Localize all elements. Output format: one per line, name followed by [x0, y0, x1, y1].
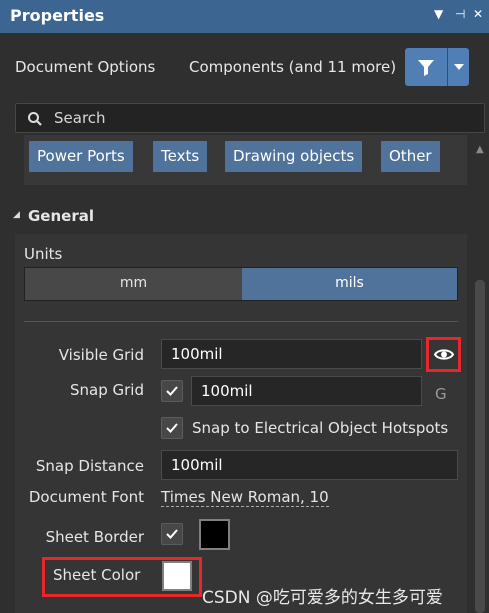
- panel-close-button[interactable]: ✕: [473, 7, 483, 21]
- panel-title-bar: Properties ▼ ⊣ ✕: [0, 0, 489, 33]
- snap-grid-label: Snap Grid: [70, 381, 144, 399]
- panel-menu-button[interactable]: ▼: [434, 7, 443, 21]
- chevron-down-icon: [454, 64, 464, 70]
- divider: [24, 321, 458, 322]
- watermark: CSDN @吃可爱多的女生多可爱: [202, 588, 443, 608]
- sheet-color-swatch[interactable]: [162, 561, 192, 591]
- snap-electrical-label[interactable]: Snap to Electrical Object Hotspots: [192, 419, 448, 437]
- document-font-label: Document Font: [28, 488, 144, 506]
- filter-chip-other[interactable]: Other: [381, 141, 440, 172]
- filter-icon: [418, 60, 434, 76]
- units-mm-button[interactable]: mm: [25, 268, 242, 300]
- units-label: Units: [24, 245, 63, 263]
- snap-distance-field[interactable]: 100mil: [161, 450, 458, 480]
- scroll-up-arrow[interactable]: ▲: [476, 144, 484, 155]
- panel-pin-button[interactable]: ⊣: [455, 7, 465, 21]
- sheet-border-label: Sheet Border: [45, 528, 144, 546]
- snap-grid-shortcut-key: G: [435, 385, 447, 403]
- section-heading-general[interactable]: General: [28, 207, 94, 225]
- triangle-down-icon[interactable]: ◢: [13, 210, 20, 220]
- eye-icon: [434, 349, 454, 360]
- filter-button[interactable]: [405, 48, 447, 86]
- checkmark-icon: [166, 529, 178, 539]
- snap-grid-field[interactable]: 100mil: [191, 376, 422, 406]
- visible-grid-label: Visible Grid: [58, 346, 144, 364]
- visible-grid-field[interactable]: 100mil: [161, 339, 422, 369]
- filter-chip-texts[interactable]: Texts: [153, 141, 208, 172]
- sheet-color-label: Sheet Color: [53, 566, 141, 584]
- search-input[interactable]: Search: [15, 103, 485, 133]
- checkmark-icon: [166, 386, 178, 396]
- snap-grid-checkbox[interactable]: [161, 380, 183, 402]
- panel-title: Properties: [10, 6, 105, 25]
- units-toggle: mm mils: [24, 267, 458, 301]
- snap-distance-label: Snap Distance: [35, 457, 144, 475]
- sheet-border-checkbox[interactable]: [161, 523, 183, 545]
- sheet-border-color-swatch[interactable]: [199, 519, 230, 550]
- document-font-link[interactable]: Times New Roman, 10: [161, 488, 329, 507]
- visible-grid-toggle-button[interactable]: [426, 337, 461, 372]
- search-icon: [28, 112, 42, 126]
- filter-dropdown-button[interactable]: [447, 48, 469, 86]
- search-placeholder: Search: [54, 109, 106, 127]
- tab-components[interactable]: Components (and 11 more): [189, 58, 396, 76]
- filter-chip-drawing-objects[interactable]: Drawing objects: [225, 141, 363, 172]
- snap-electrical-checkbox[interactable]: [161, 417, 183, 439]
- units-mils-button[interactable]: mils: [242, 268, 457, 300]
- filter-chip-power-ports[interactable]: Power Ports: [29, 141, 133, 172]
- scrollbar[interactable]: [475, 280, 485, 613]
- checkmark-icon: [166, 423, 178, 433]
- tab-document-options[interactable]: Document Options: [15, 58, 155, 76]
